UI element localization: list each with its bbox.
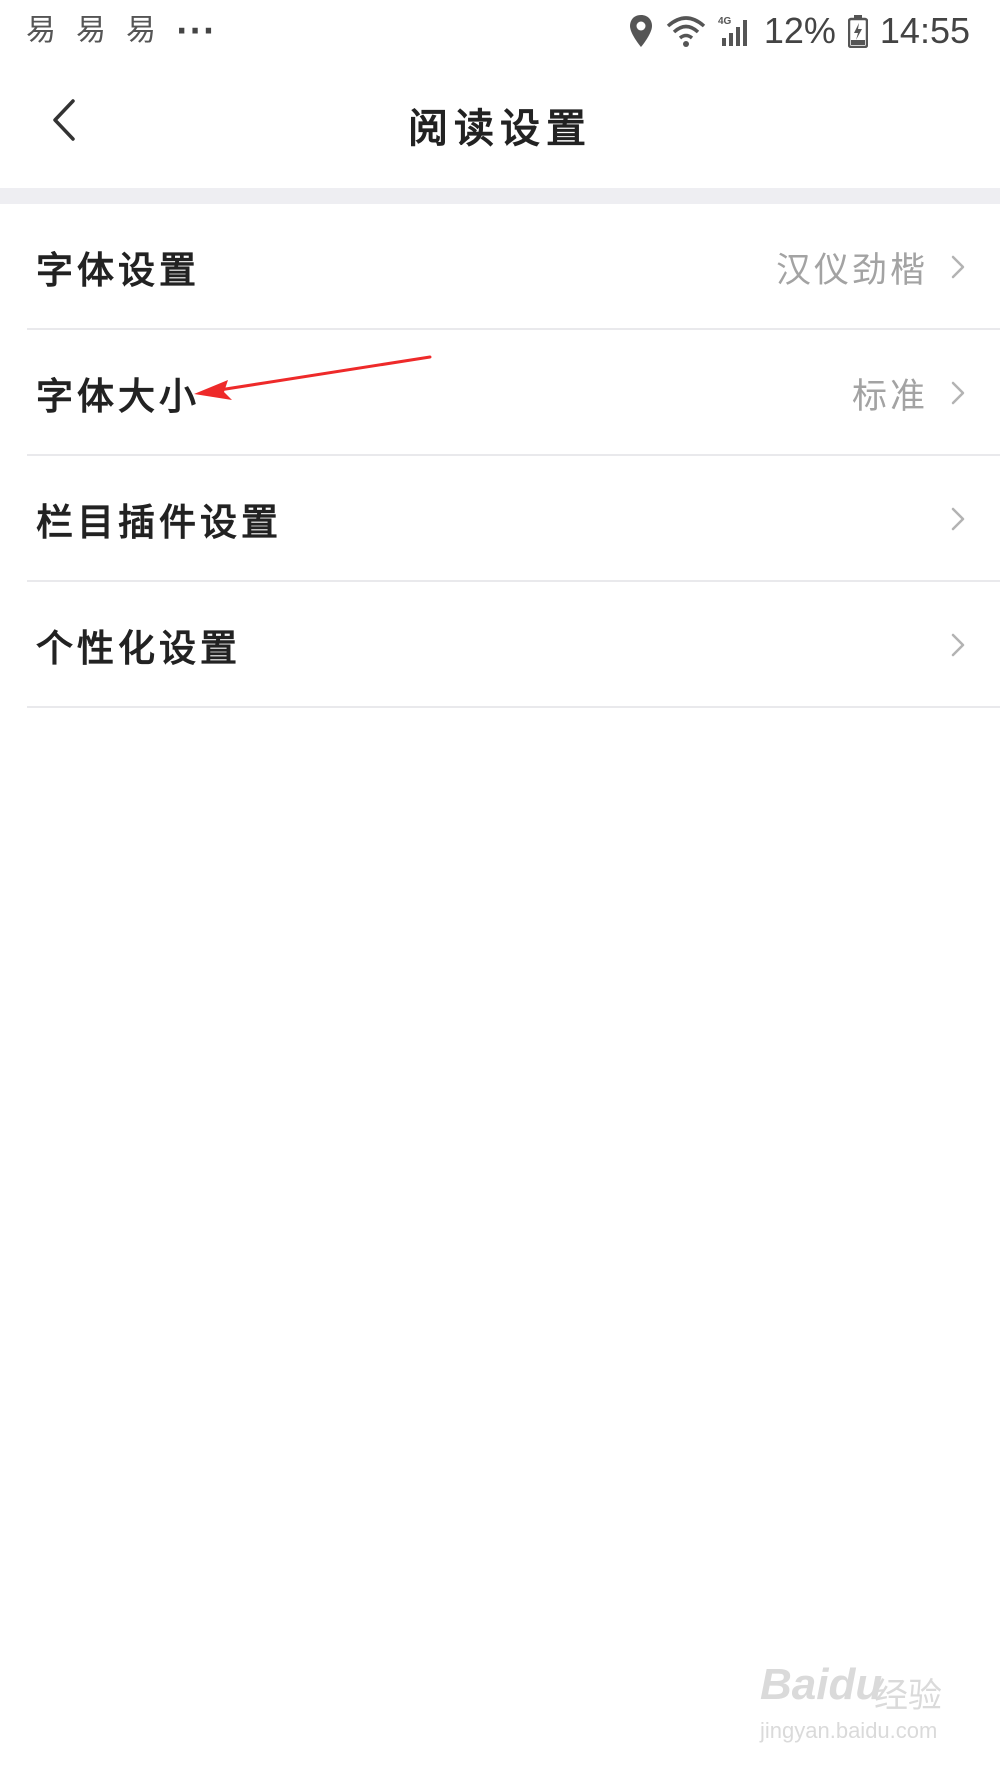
clock: 14:55 (879, 10, 970, 51)
chevron-right-icon (951, 381, 965, 405)
status-right: 4G 12% 14:55 (628, 10, 970, 52)
column-plugin-setting-row[interactable]: 栏目插件设置 (0, 456, 1000, 582)
status-bar: 易 易 易 ··· 4G 12% 14:55 (0, 0, 1000, 62)
wifi-icon (666, 16, 706, 47)
row-label: 字体设置 (36, 248, 200, 292)
settings-list: 字体设置 汉仪劲楷 字体大小 标准 栏目插件设置 个性化设置 (0, 204, 1000, 708)
battery-charging-icon (847, 15, 868, 48)
row-right (950, 506, 966, 532)
row-value: 标准 (851, 376, 928, 417)
app-notification-icon: 易 (26, 13, 56, 48)
page-title: 阅读设置 (408, 105, 592, 152)
row-right: 标准 (852, 368, 966, 419)
status-left: 易 易 易 ··· (26, 14, 216, 49)
row-right (950, 632, 966, 658)
chevron-right-icon (951, 255, 965, 279)
watermark-url: jingyan.baidu.com (760, 1718, 938, 1743)
chevron-left-icon (53, 99, 75, 141)
app-notification-icon: 易 (126, 13, 156, 48)
signal-4g-icon: 4G (718, 16, 747, 46)
personalization-setting-row[interactable]: 个性化设置 (0, 582, 1000, 708)
row-right: 汉仪劲楷 (776, 242, 966, 293)
location-icon (629, 15, 652, 47)
network-type-label: 4G (718, 16, 732, 27)
baidu-jingyan-watermark: Baidu 经验 jingyan.baidu.com (760, 1660, 960, 1750)
chevron-right-icon (951, 633, 965, 657)
row-label: 栏目插件设置 (36, 500, 282, 544)
row-label: 字体大小 (36, 374, 200, 418)
back-button[interactable] (34, 90, 94, 150)
row-value: 汉仪劲楷 (775, 250, 928, 291)
section-divider (0, 188, 1000, 204)
watermark-brand-cn: 经验 (874, 1676, 942, 1716)
battery-percent: 12% (763, 10, 836, 51)
font-setting-row[interactable]: 字体设置 汉仪劲楷 (0, 204, 1000, 330)
header-bar: 阅读设置 (0, 62, 1000, 188)
chevron-right-icon (951, 507, 965, 531)
app-notification-icon: 易 (76, 13, 106, 48)
font-size-row[interactable]: 字体大小 标准 (0, 330, 1000, 456)
row-label: 个性化设置 (36, 626, 241, 670)
watermark-brand: Baidu (760, 1660, 883, 1709)
more-notifications-icon: ··· (176, 13, 217, 49)
reading-settings-screen: 易 易 易 ··· 4G 12% 14:55 阅读设置 字体设置 汉仪劲楷 字体… (0, 0, 1000, 1778)
